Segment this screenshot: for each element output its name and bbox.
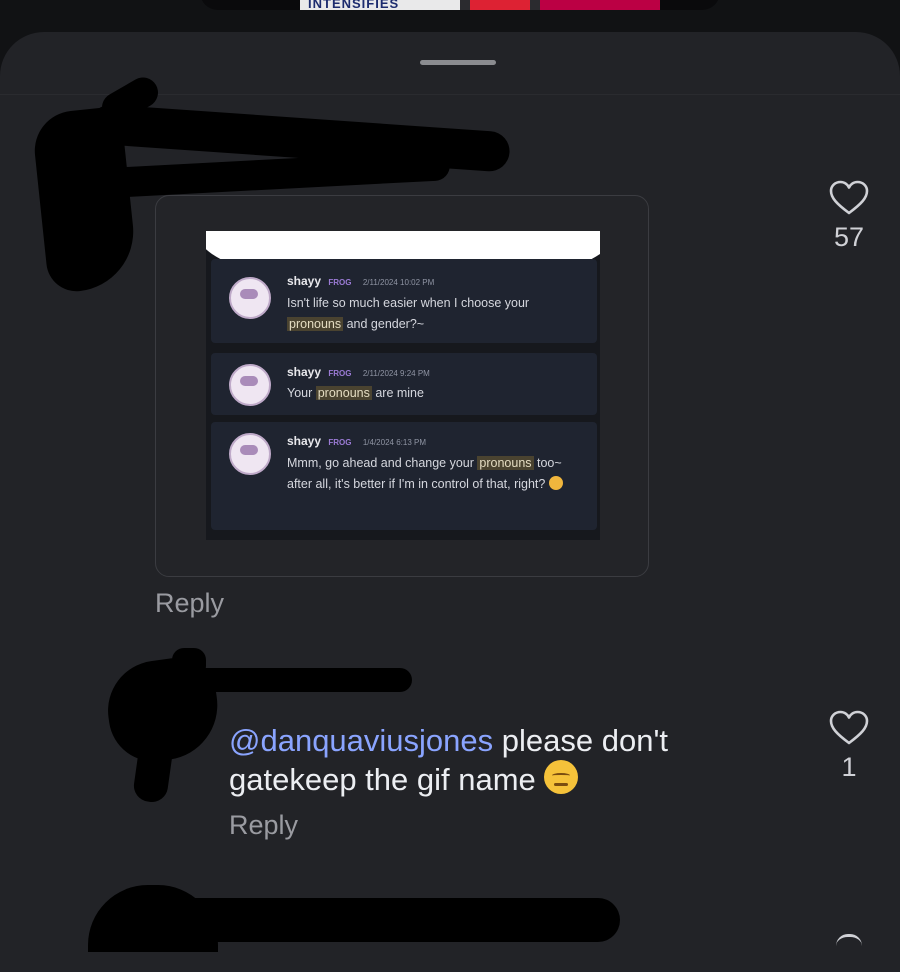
user-avatar [229, 277, 271, 319]
discord-screenshot-image: shayy FROG 2/11/2024 10:02 PM Isn't life… [206, 231, 600, 540]
user-avatar [229, 433, 271, 475]
role-tag: FROG [328, 369, 352, 378]
message-time: 2/11/2024 9:24 PM [362, 369, 430, 378]
role-tag: FROG [328, 278, 352, 287]
message-header: shayy FROG 1/4/2024 6:13 PM [287, 434, 426, 448]
like-count: 57 [833, 222, 865, 252]
mention-link[interactable]: @danquaviusjones [229, 723, 493, 758]
message-time: 2/11/2024 10:02 PM [362, 278, 435, 287]
redacted-avatar-scribble [172, 648, 206, 678]
smirk-emoji-icon [548, 476, 563, 490]
like-button[interactable]: 1 [829, 710, 869, 783]
chat-message: shayy FROG 2/11/2024 10:02 PM Isn't life… [211, 259, 597, 343]
comment-text: @danquaviusjones please don't gatekeep t… [229, 722, 789, 799]
reply-button[interactable]: Reply [155, 588, 224, 619]
user-avatar [229, 364, 271, 406]
pensive-face-emoji-icon [544, 760, 579, 794]
chat-message: shayy FROG 2/11/2024 9:24 PM Your pronou… [211, 353, 597, 415]
chat-message: shayy FROG 1/4/2024 6:13 PM Mmm, go ahea… [211, 422, 597, 530]
redacted-name-scribble [140, 898, 620, 942]
like-count: 1 [841, 752, 857, 782]
username: shayy [287, 434, 322, 448]
message-body: Mmm, go ahead and change your pronouns t… [287, 456, 563, 491]
top-video-thumbnail[interactable]: INTENSIFIES [200, 0, 720, 10]
heart-outline-icon [829, 180, 869, 215]
thumbnail-image: INTENSIFIES [300, 0, 660, 10]
username: shayy [287, 274, 322, 288]
message-body: Isn't life so much easier when I choose … [287, 296, 530, 331]
message-time: 1/4/2024 6:13 PM [362, 438, 426, 447]
message-header: shayy FROG 2/11/2024 10:02 PM [287, 274, 434, 288]
reply-button[interactable]: Reply [229, 810, 298, 841]
role-tag: FROG [328, 438, 352, 447]
message-header: shayy FROG 2/11/2024 9:24 PM [287, 365, 430, 379]
heart-outline-icon [829, 710, 869, 745]
message-body: Your pronouns are mine [287, 386, 424, 400]
drag-handle[interactable] [420, 60, 496, 65]
like-button[interactable]: 57 [829, 180, 869, 253]
comment-image-embed[interactable]: shayy FROG 2/11/2024 10:02 PM Isn't life… [155, 195, 649, 577]
thumbnail-text: INTENSIFIES [308, 0, 400, 10]
username: shayy [287, 365, 322, 379]
